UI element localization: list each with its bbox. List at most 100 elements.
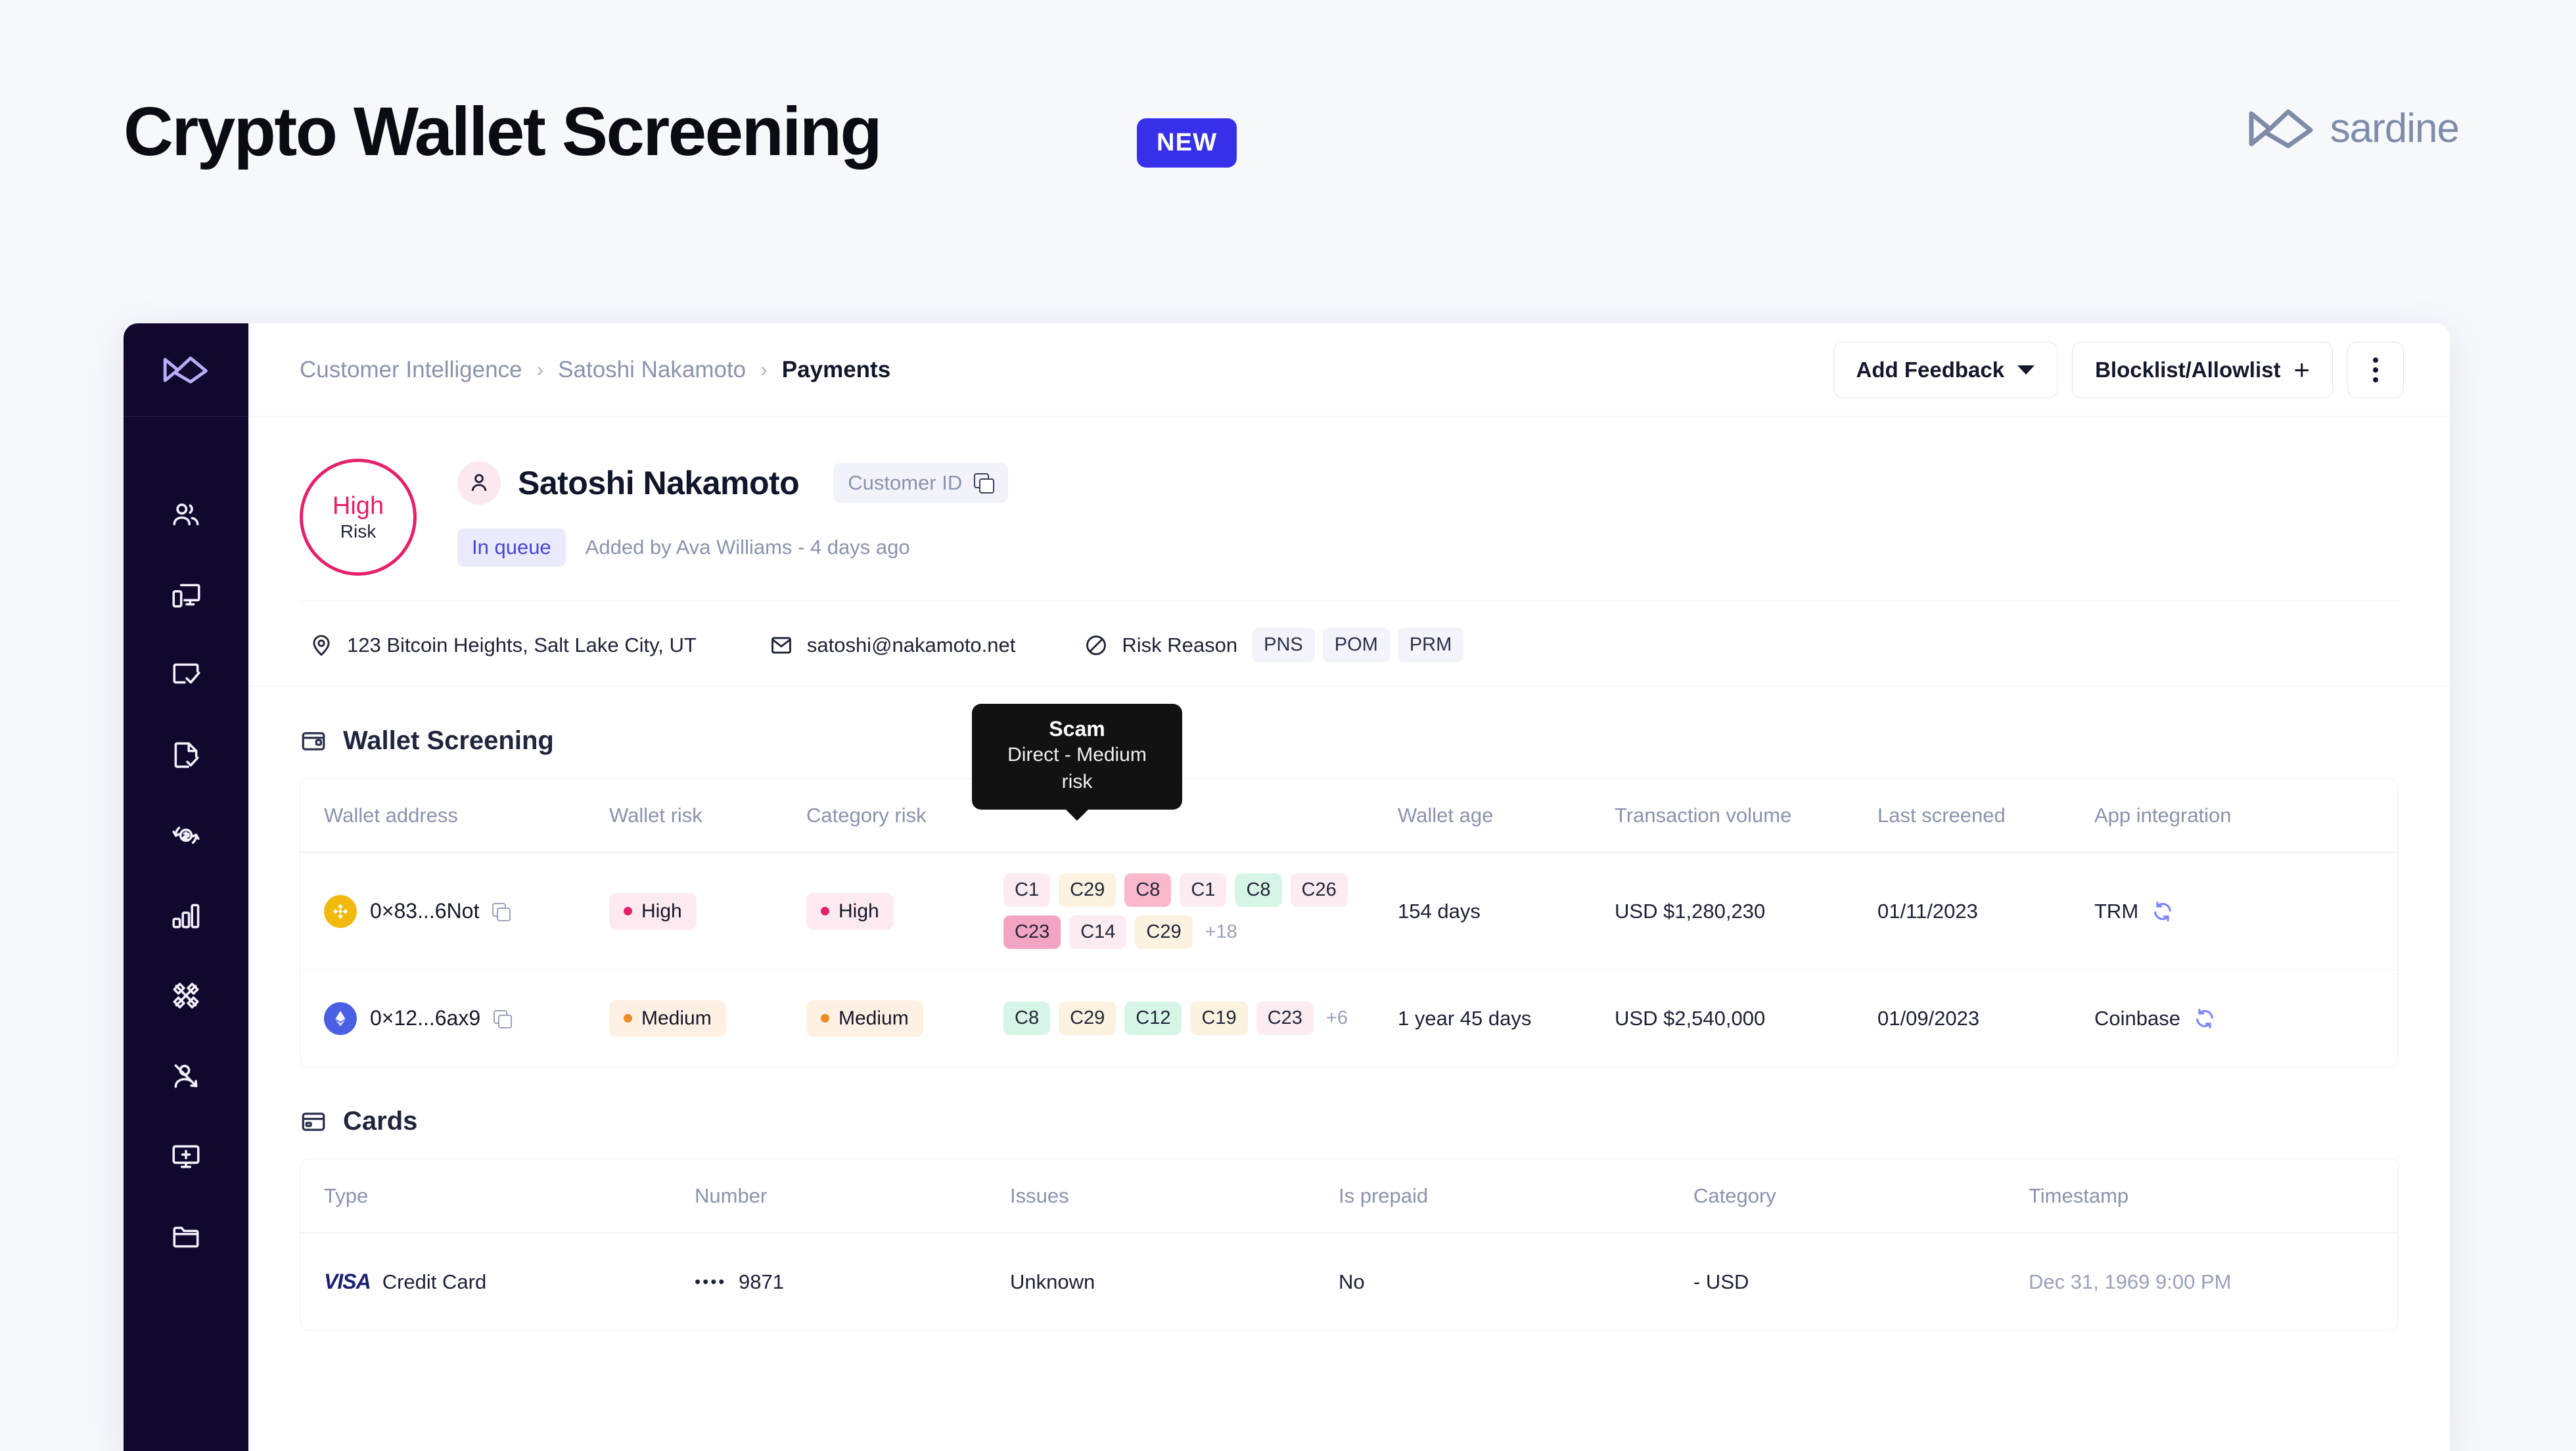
table-row[interactable]: 0×12...6ax9 Medium Medium C8 C29 C12 C19… [300, 969, 2398, 1067]
column-header-app-integration[interactable]: App integration [2094, 804, 2291, 827]
sidebar-item-network[interactable] [124, 956, 248, 1036]
sidebar-logo[interactable] [124, 323, 248, 417]
mail-icon [771, 636, 791, 654]
visa-logo-icon: VISA [324, 1270, 371, 1293]
refresh-icon[interactable] [2194, 1007, 2216, 1030]
wallet-screening-title: Wallet Screening [343, 726, 554, 755]
category-chip[interactable]: C8 [1003, 1002, 1051, 1035]
sidebar-item-case-check[interactable] [124, 635, 248, 715]
add-feedback-button[interactable]: Add Feedback [1833, 341, 2058, 398]
timestamp-time: 9:00 PM [2155, 1270, 2232, 1293]
card-number-text: 9871 [739, 1270, 785, 1293]
refresh-icon[interactable] [2151, 900, 2174, 923]
wallet-age-cell: 1 year 45 days [1398, 1006, 1532, 1030]
category-chip[interactable]: C12 [1124, 1002, 1182, 1035]
category-chip[interactable]: C8 [1235, 873, 1282, 907]
last-screened-cell: 01/09/2023 [1877, 1006, 1980, 1030]
breadcrumb-item-2[interactable]: Payments [782, 357, 890, 383]
category-chip[interactable]: C26 [1290, 873, 1348, 907]
category-chip[interactable]: C23 [1003, 915, 1061, 949]
sidebar-item-monitor-add[interactable] [124, 1116, 248, 1196]
cards-table: Type Number Issues Is prepaid Category T… [300, 1159, 2399, 1331]
column-header-wallet-address[interactable]: Wallet address [300, 804, 609, 827]
category-chip[interactable]: C1 [1180, 873, 1227, 907]
wallet-age-cell: 154 days [1398, 899, 1481, 923]
top-bar: Customer Intelligence › Satoshi Nakamoto… [248, 323, 2450, 417]
category-chip[interactable]: C23 [1256, 1002, 1314, 1035]
email-meta: satoshi@nakamoto.net [769, 633, 1015, 658]
column-header-transaction-volume[interactable]: Transaction volume [1615, 804, 1877, 827]
column-header-is-prepaid[interactable]: Is prepaid [1339, 1184, 1693, 1208]
copy-icon[interactable] [492, 902, 511, 921]
categories-more-count[interactable]: +6 [1326, 1007, 1348, 1029]
breadcrumb-item-1[interactable]: Satoshi Nakamoto [558, 357, 746, 383]
cards-section: Cards Type Number Issues Is prepaid Cate… [248, 1067, 2450, 1331]
customer-id-copy[interactable]: Customer ID [833, 463, 1009, 503]
copy-icon[interactable] [494, 1009, 513, 1028]
cards-table-header: Type Number Issues Is prepaid Category T… [300, 1159, 2398, 1233]
address-text: 123 Bitcoin Heights, Salt Lake City, UT [347, 633, 697, 656]
categories-more-count[interactable]: +18 [1205, 921, 1237, 943]
category-chip[interactable]: C19 [1190, 1002, 1248, 1035]
sidebar-item-transactions[interactable] [124, 795, 248, 875]
app-integration-text: TRM [2094, 899, 2139, 923]
risk-reason-tag[interactable]: PNS [1252, 628, 1315, 662]
column-header-wallet-risk[interactable]: Wallet risk [609, 804, 806, 827]
app-integration-cell: Coinbase [2094, 1007, 2291, 1030]
column-header-category-risk[interactable]: Category risk [806, 804, 1003, 827]
risk-level: High [332, 492, 384, 520]
refresh-glyph-icon [2196, 1008, 2213, 1028]
refresh-glyph-icon [2154, 901, 2172, 921]
risk-reason-tag[interactable]: POM [1322, 628, 1390, 662]
breadcrumb: Customer Intelligence › Satoshi Nakamoto… [300, 357, 890, 383]
category-tooltip: Scam Direct - Medium risk [972, 704, 1182, 810]
card-type-text: Credit Card [382, 1270, 487, 1293]
risk-reason-tag[interactable]: PRM [1397, 628, 1464, 662]
column-header-type[interactable]: Type [300, 1184, 695, 1208]
wallet-risk-badge: High [609, 892, 697, 930]
column-header-issues[interactable]: Issues [1010, 1184, 1339, 1208]
tooltip-subtitle: Direct - Medium risk [1007, 744, 1147, 793]
table-row[interactable]: VISA Credit Card •••• 9871 Unknown No - … [300, 1233, 2398, 1330]
sidebar-item-folder[interactable] [124, 1196, 248, 1276]
plus-icon: + [2293, 354, 2310, 385]
column-header-last-screened[interactable]: Last screened [1877, 804, 2094, 827]
breadcrumb-item-0[interactable]: Customer Intelligence [300, 357, 522, 383]
category-chip-active[interactable]: C8 [1124, 873, 1172, 907]
blocklist-allowlist-button[interactable]: Blocklist/Allowlist + [2072, 341, 2333, 398]
category-chip[interactable]: C14 [1069, 915, 1127, 949]
app-integration-cell: TRM [2094, 900, 2291, 923]
column-header-number[interactable]: Number [695, 1184, 1010, 1208]
transaction-volume-cell: USD $2,540,000 [1615, 1006, 1766, 1030]
risk-score-ring: High Risk [300, 459, 417, 576]
column-header-wallet-age[interactable]: Wallet age [1398, 804, 1615, 827]
eth-glyph-icon [335, 1010, 346, 1026]
category-chip[interactable]: C29 [1135, 915, 1193, 949]
top-bar-actions: Add Feedback Blocklist/Allowlist + [1833, 341, 2404, 398]
more-options-button[interactable] [2347, 341, 2404, 398]
customer-profile-header: High Risk Satoshi Nakamoto Customer ID I… [248, 417, 2450, 687]
app-window: Customer Intelligence › Satoshi Nakamoto… [124, 323, 2450, 1451]
bnb-glyph-icon [333, 904, 348, 919]
category-chip[interactable]: C1 [1003, 873, 1051, 907]
sidebar-item-analytics[interactable] [124, 875, 248, 956]
column-header-timestamp[interactable]: Timestamp [2029, 1184, 2318, 1208]
document-check-icon [174, 742, 199, 768]
category-chip[interactable]: C29 [1059, 1002, 1116, 1035]
timestamp-date: Dec 31, 1969 [2029, 1270, 2150, 1293]
column-header-category[interactable]: Category [1693, 1184, 2029, 1208]
risk-reason-label: Risk Reason [1122, 633, 1238, 656]
sardine-logo: sardine [2247, 105, 2460, 152]
sidebar-item-blocked-user[interactable] [124, 1036, 248, 1116]
category-chip[interactable]: C29 [1059, 873, 1116, 907]
credit-card-icon [302, 1112, 325, 1131]
wallet-risk-cell: Medium [609, 1000, 806, 1037]
sidebar-item-devices[interactable] [124, 555, 248, 635]
sidebar-item-document-check[interactable] [124, 715, 248, 795]
case-check-icon [173, 663, 200, 684]
table-row[interactable]: 0×83...6Not High High C1 C29 C8 C1 C8 C2… [300, 852, 2398, 969]
sardine-mark-icon [163, 356, 208, 383]
no-entry-icon [1086, 635, 1107, 655]
copy-icon [974, 473, 995, 494]
sidebar-item-users[interactable] [124, 474, 248, 555]
